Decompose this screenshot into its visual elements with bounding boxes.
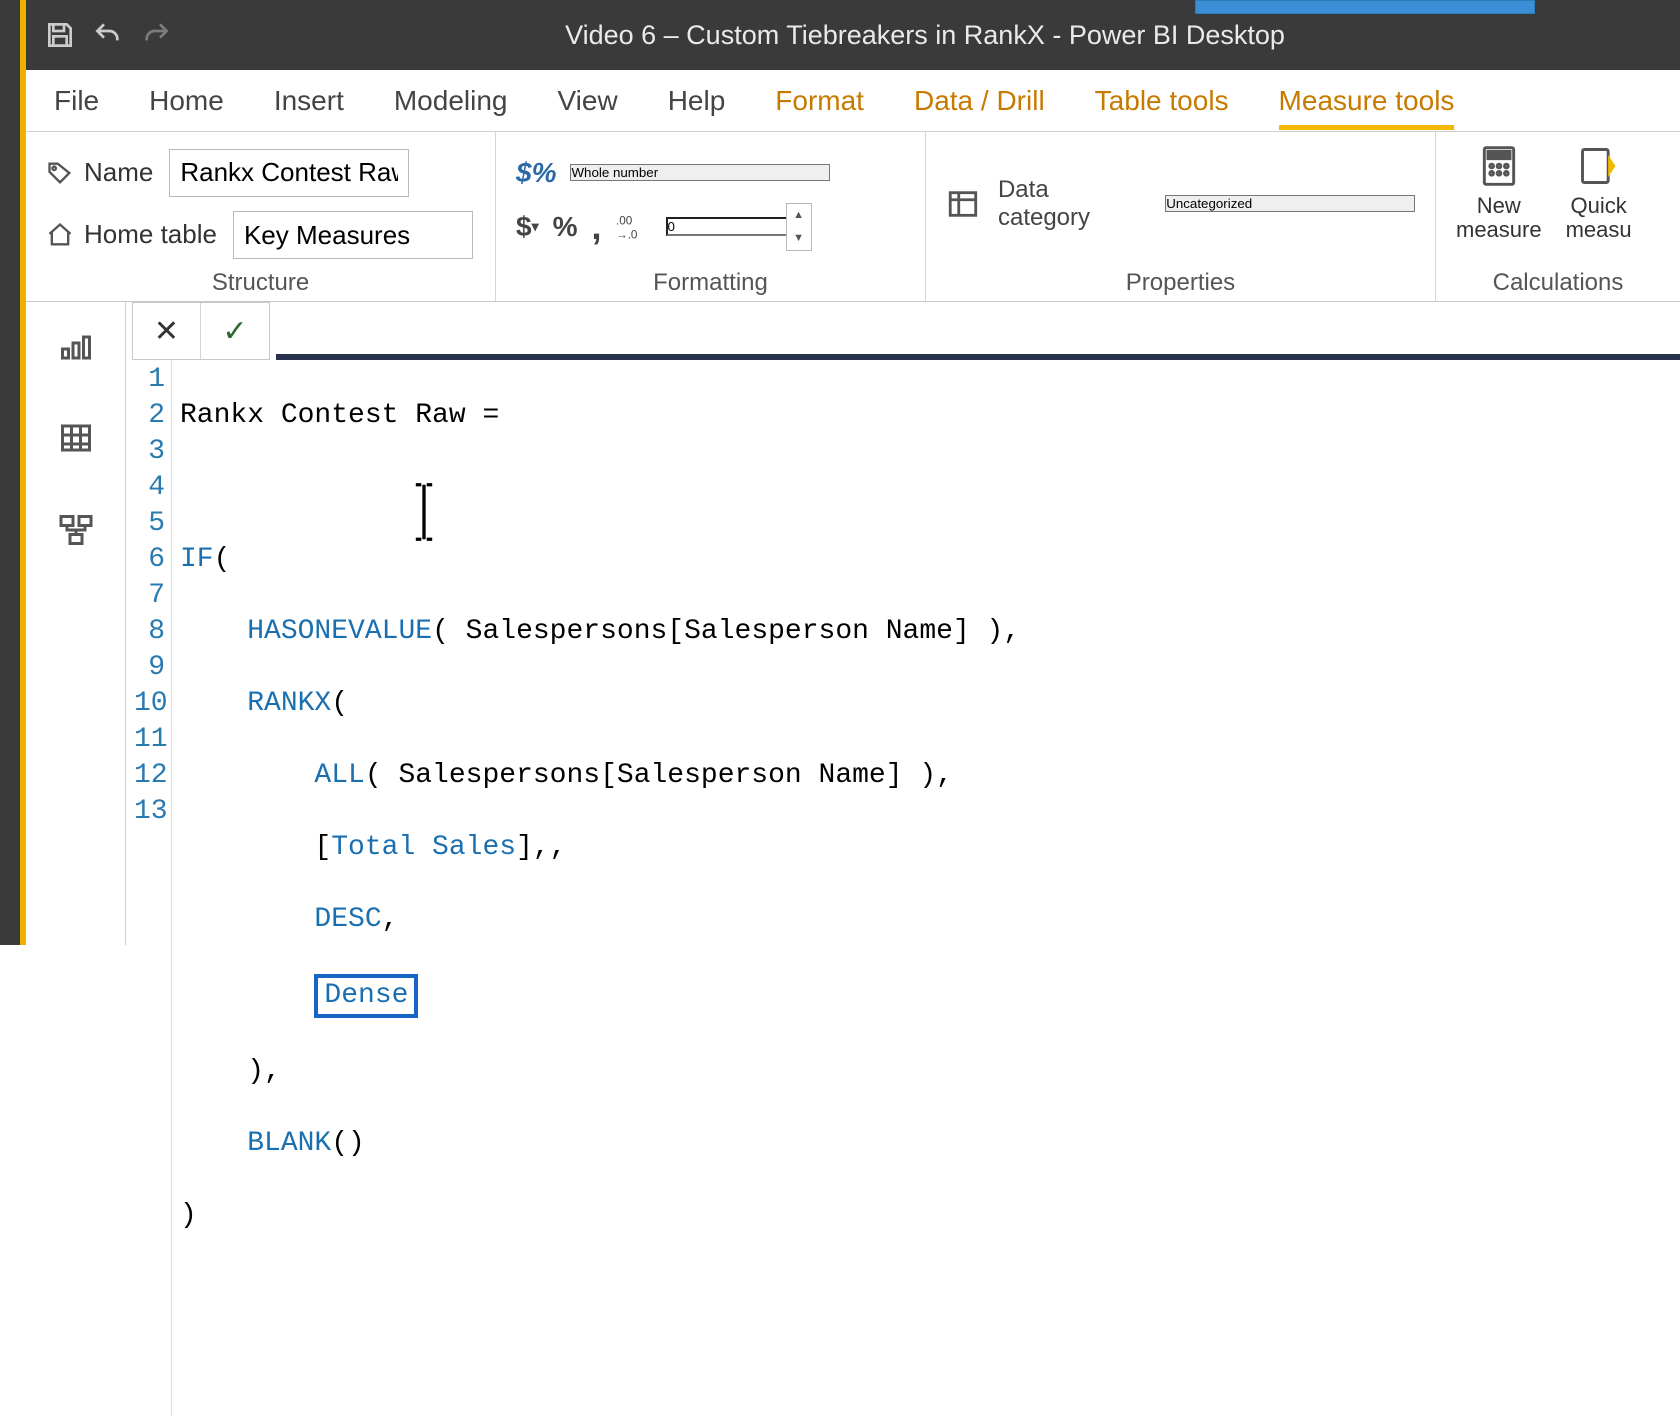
category-label: Data category (998, 176, 1147, 232)
home-table-label: Home table (46, 219, 217, 250)
formatting-group-label: Formatting (516, 265, 905, 297)
formula-editor[interactable]: 1 2 3 4 5 6 7 8 9 10 11 12 13 Rankx Cont… (132, 360, 1680, 1416)
quick-icon (1575, 144, 1623, 188)
decimal-icon: .00→.0 (616, 212, 652, 242)
svg-text:→.0: →.0 (616, 228, 638, 241)
home-table-select[interactable]: Key Measures (233, 211, 473, 259)
code-body[interactable]: Rankx Contest Raw = IF( HASONEVALUE( Sal… (172, 360, 1028, 1416)
signin-tab[interactable] (1195, 0, 1535, 14)
report-view-icon[interactable] (52, 324, 100, 368)
cancel-button[interactable]: ✕ (133, 303, 201, 359)
percent-button[interactable]: % (553, 211, 578, 243)
ribbon-tabs: File Home Insert Modeling View Help Form… (26, 70, 1680, 132)
name-label: Name (46, 157, 153, 188)
format-select[interactable]: Whole number (570, 164, 830, 181)
format-prefix-icon: $% (516, 157, 556, 189)
ribbon-body: Name Home table Key Measures Structure (26, 132, 1680, 302)
properties-group-label: Properties (946, 265, 1415, 297)
tab-format[interactable]: Format (775, 73, 864, 129)
data-view-icon[interactable] (52, 416, 100, 460)
redo-icon[interactable] (132, 11, 180, 59)
category-icon (946, 187, 980, 221)
calculator-icon (1475, 144, 1523, 188)
group-formatting: $% Whole number $ ▾ % , .00→.0 ▲▼ (496, 132, 926, 301)
tab-modeling[interactable]: Modeling (394, 73, 508, 129)
tag-icon (46, 159, 74, 187)
title-bar: Video 6 – Custom Tiebreakers in RankX - … (26, 0, 1680, 70)
group-calculations: New measure Quick measu Calculations (1436, 132, 1680, 301)
line-gutter: 1 2 3 4 5 6 7 8 9 10 11 12 13 (132, 360, 172, 1416)
calculations-group-label: Calculations (1456, 265, 1660, 297)
name-input[interactable] (169, 149, 409, 197)
tab-help[interactable]: Help (668, 73, 726, 129)
svg-text:.00: .00 (616, 214, 633, 227)
currency-button[interactable]: $ ▾ (516, 211, 539, 243)
window-title: Video 6 – Custom Tiebreakers in RankX - … (180, 20, 1670, 51)
tab-view[interactable]: View (558, 73, 618, 129)
new-measure-button[interactable]: New measure (1456, 142, 1542, 242)
commit-button[interactable]: ✓ (201, 303, 269, 359)
nav-rail (26, 302, 126, 945)
structure-group-label: Structure (46, 265, 475, 297)
group-properties: Data category Uncategorized Properties (926, 132, 1436, 301)
tab-insert[interactable]: Insert (274, 73, 344, 129)
decimals-spinner[interactable]: ▲▼ (786, 203, 812, 251)
editor-area: ✕ ✓ 1 2 3 4 5 6 7 8 9 10 11 (26, 302, 1680, 945)
decimals-input[interactable] (666, 217, 786, 236)
tab-tabletools[interactable]: Table tools (1095, 73, 1229, 129)
tab-home[interactable]: Home (149, 73, 224, 129)
category-select[interactable]: Uncategorized (1165, 195, 1415, 212)
group-structure: Name Home table Key Measures Structure (26, 132, 496, 301)
tab-datadrill[interactable]: Data / Drill (914, 73, 1045, 129)
thousands-button[interactable]: , (592, 206, 602, 248)
model-view-icon[interactable] (52, 508, 100, 552)
precision-button[interactable]: .00→.0 (616, 212, 652, 242)
tab-file[interactable]: File (54, 73, 99, 129)
quick-measure-button[interactable]: Quick measu (1566, 142, 1632, 242)
formula-commit-buttons: ✕ ✓ (132, 302, 270, 360)
tab-measuretools[interactable]: Measure tools (1279, 73, 1455, 129)
home-icon (46, 221, 74, 249)
undo-icon[interactable] (84, 11, 132, 59)
save-icon[interactable] (36, 11, 84, 59)
dense-highlight: Dense (314, 974, 418, 1018)
